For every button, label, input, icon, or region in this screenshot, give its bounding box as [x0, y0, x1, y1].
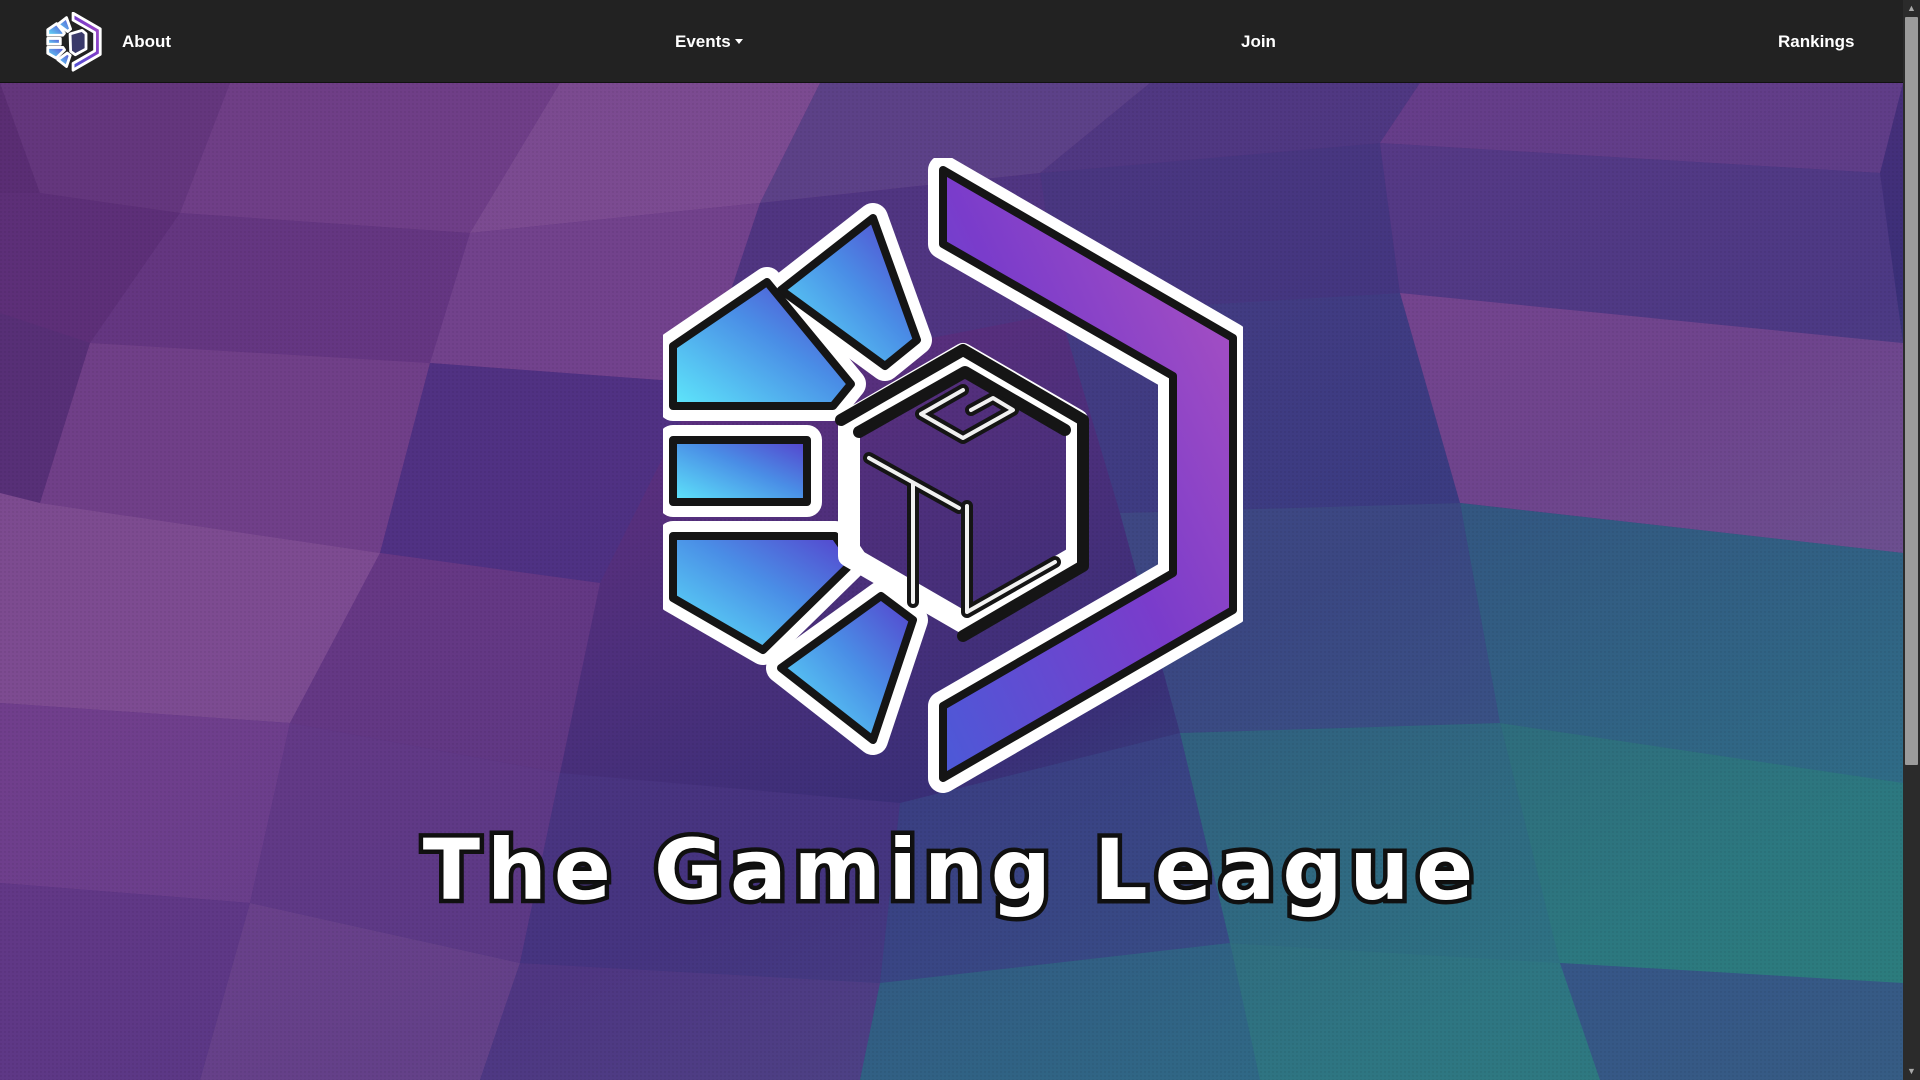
hero-title: The Gaming League [418, 817, 1481, 924]
scroll-up-arrow-icon[interactable]: ▲ [1903, 0, 1920, 17]
hero-section: The Gaming League [0, 83, 1903, 1080]
vertical-scrollbar[interactable]: ▲ ▼ [1903, 0, 1920, 1080]
nav-about-link[interactable]: About [122, 0, 171, 83]
nav-join-link[interactable]: Join [1241, 0, 1276, 83]
tgl-emblem-icon [663, 158, 1243, 793]
scrollbar-thumb[interactable] [1905, 17, 1918, 765]
nav-rankings-link[interactable]: Rankings [1778, 0, 1855, 83]
brand-logo-icon[interactable] [44, 11, 104, 72]
scroll-down-arrow-icon[interactable]: ▼ [1903, 1063, 1920, 1080]
top-navbar: About Events Join Rankings [0, 0, 1903, 83]
nav-events-label: Events [675, 32, 731, 51]
nav-events-dropdown[interactable]: Events [675, 0, 743, 83]
caret-down-icon [734, 39, 743, 44]
